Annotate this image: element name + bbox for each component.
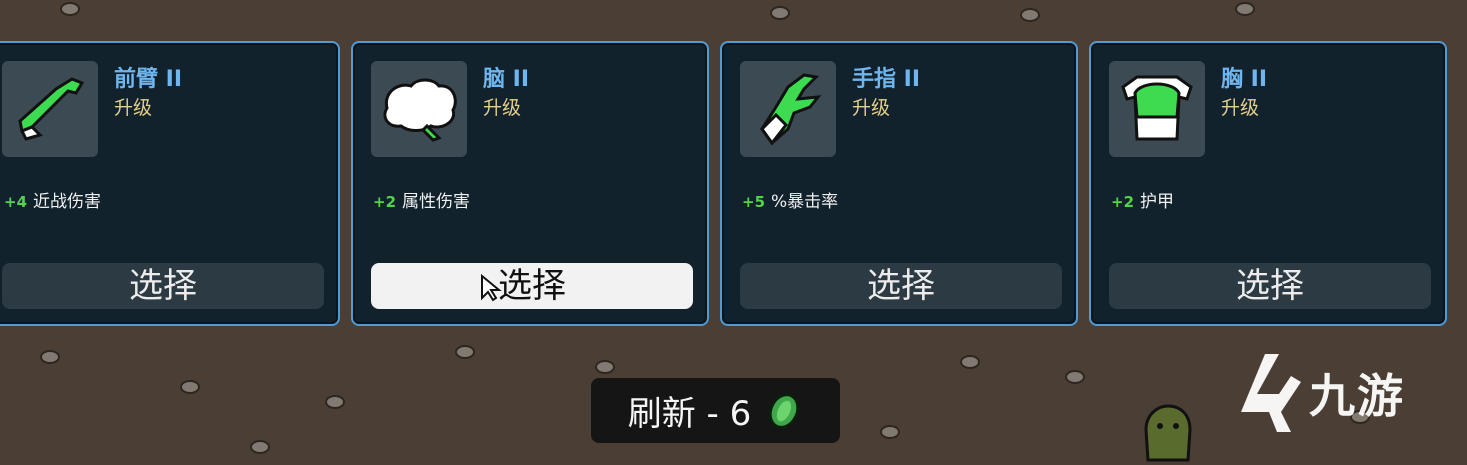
- upgrade-card-brain: 脑 II 升级 +2 属性伤害 选择: [351, 41, 709, 326]
- pebble: [880, 425, 900, 439]
- refresh-label: 刷新 - 6: [627, 394, 752, 434]
- card-type: 升级: [114, 97, 153, 119]
- select-button[interactable]: 选择: [1109, 263, 1431, 309]
- pebble: [1065, 370, 1085, 384]
- forearm-icon: [2, 61, 98, 157]
- pebble: [770, 6, 790, 20]
- card-title: 脑 II: [483, 67, 530, 92]
- mouse-cursor-icon: [481, 274, 502, 302]
- stat-label: 近战伤害: [33, 192, 102, 212]
- monster-sprite: [1144, 404, 1192, 462]
- select-button[interactable]: 选择: [740, 263, 1062, 309]
- pebble: [960, 355, 980, 369]
- watermark-text: 九游: [1309, 369, 1405, 423]
- material-coin-icon: [768, 392, 800, 429]
- stat-value: +2: [1111, 193, 1135, 211]
- brain-icon: [371, 61, 467, 157]
- jiuyou-logo-icon: [1241, 354, 1301, 432]
- card-type: 升级: [852, 97, 891, 119]
- pebble: [60, 2, 80, 16]
- select-button[interactable]: 选择: [2, 263, 324, 309]
- card-type: 升级: [483, 97, 522, 119]
- card-stat: +4 近战伤害: [4, 187, 101, 212]
- select-button[interactable]: 选择: [371, 263, 693, 309]
- stat-label: 护甲: [1140, 192, 1175, 212]
- card-stat: +2 护甲: [1111, 187, 1174, 212]
- pebble: [250, 440, 270, 454]
- card-stat: +2 属性伤害: [373, 187, 470, 212]
- stat-label: %暴击率: [771, 192, 839, 212]
- stat-value: +5: [742, 193, 766, 211]
- stat-value: +2: [373, 193, 397, 211]
- watermark: 九游: [1235, 343, 1435, 443]
- pebble: [1235, 2, 1255, 16]
- upgrade-card-forearm: 前臂 II 升级 +4 近战伤害 选择: [0, 41, 340, 326]
- stat-value: +4: [4, 193, 28, 211]
- card-type: 升级: [1221, 97, 1260, 119]
- pebble: [1020, 8, 1040, 22]
- upgrade-card-chest: 胸 II 升级 +2 护甲 选择: [1089, 41, 1447, 326]
- refresh-button[interactable]: 刷新 - 6: [591, 378, 840, 443]
- card-title: 胸 II: [1221, 67, 1268, 92]
- pebble: [40, 350, 60, 364]
- card-title: 前臂 II: [114, 67, 183, 92]
- pebble: [595, 360, 615, 374]
- stat-label: 属性伤害: [402, 192, 471, 212]
- card-title: 手指 II: [852, 67, 921, 92]
- pebble: [325, 395, 345, 409]
- pebble: [180, 380, 200, 394]
- fingers-icon: [740, 61, 836, 157]
- card-stat: +5 %暴击率: [742, 187, 838, 212]
- chest-icon: [1109, 61, 1205, 157]
- upgrade-card-fingers: 手指 II 升级 +5 %暴击率 选择: [720, 41, 1078, 326]
- pebble: [455, 345, 475, 359]
